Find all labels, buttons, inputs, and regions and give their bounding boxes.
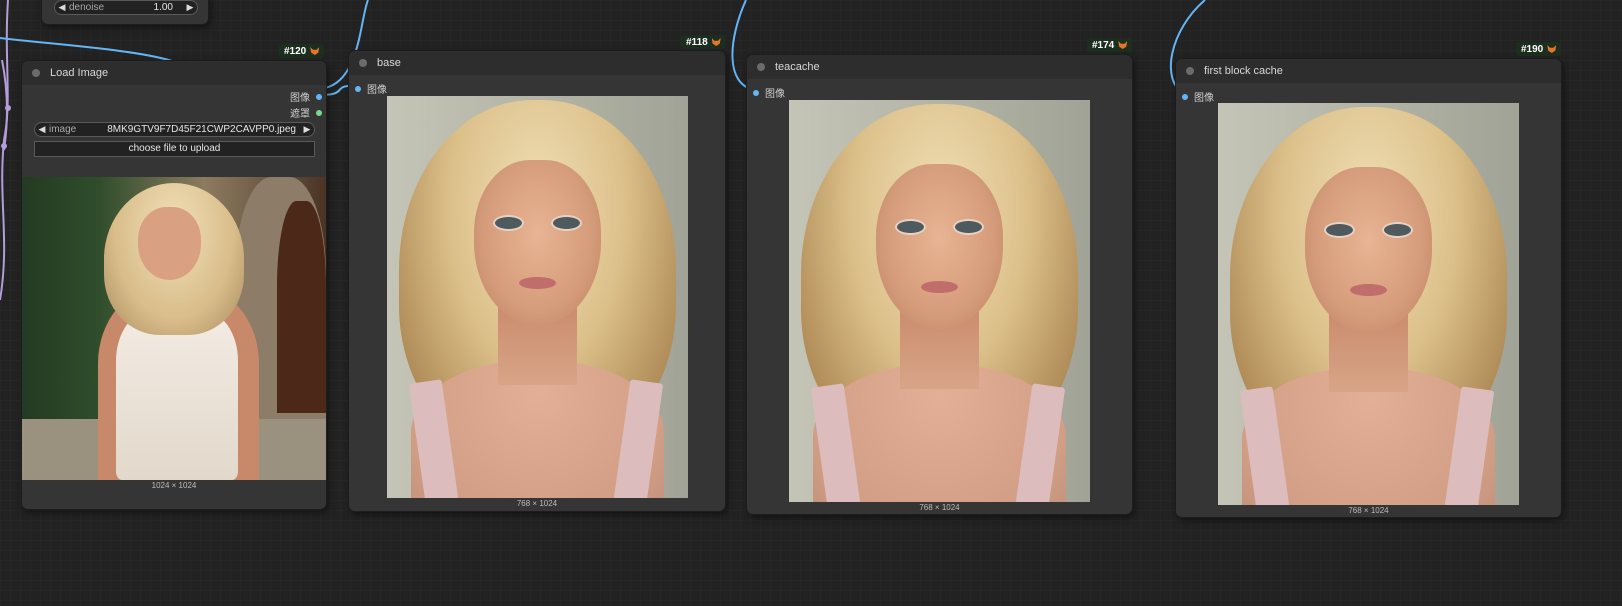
image-combo-widget[interactable]: ◀ image 8MK9GTV9F7D45F21CWP2CAVPP0.jpeg … [34,122,315,137]
collapse-dot-icon[interactable] [757,63,765,71]
model-link [0,0,9,301]
slot-dot[interactable] [355,85,361,92]
node-id-badge: #120 [279,44,325,58]
input-slot-image[interactable]: 图像 [1182,89,1214,104]
output-slot-mask[interactable]: 遮罩 [290,105,322,120]
slot-label: 图像 [1194,93,1214,104]
slot-label: 图像 [367,85,387,96]
node-title: Load Image [50,67,109,79]
collapse-dot-icon[interactable] [32,69,40,77]
node-title: first block cache [1204,65,1283,77]
model-link [1,59,9,151]
node-title: teacache [775,61,820,73]
triangle-right-icon[interactable]: ▶ [300,124,314,135]
output-slot-image[interactable]: 图像 [290,89,322,104]
node-id-badge: #174 [1087,38,1133,52]
preview-image-node-teacache[interactable]: teacache 图像 768 × 1024 [747,55,1132,514]
slot-dot[interactable] [1182,93,1188,100]
node-id-text: #118 [686,36,708,48]
fox-icon [1118,41,1128,49]
denoise-widget[interactable]: ◀ denoise 1.00 ▶ [54,0,198,15]
preview-image-node-base[interactable]: base 图像 768 × 1024 [349,51,725,511]
node-header[interactable]: Load Image [22,61,326,85]
node-header[interactable]: teacache [747,55,1132,79]
input-slot-image[interactable]: 图像 [355,81,387,96]
image-combo-value: 8MK9GTV9F7D45F21CWP2CAVPP0.jpeg [107,124,296,135]
input-slot-image[interactable]: 图像 [753,85,785,100]
denoise-value: 1.00 [153,2,173,13]
slot-dot[interactable] [316,93,322,100]
slot-label: 遮罩 [290,109,310,120]
node-title: base [377,57,401,69]
collapse-dot-icon[interactable] [359,59,367,67]
image-dimensions: 768 × 1024 [516,499,558,508]
triangle-right-icon[interactable]: ▶ [183,2,197,13]
preview-image-node-first-block-cache[interactable]: first block cache 图像 768 × 1024 [1176,59,1561,517]
upload-button[interactable]: choose file to upload [34,141,315,157]
node-id-text: #120 [284,45,307,57]
reroute-point[interactable] [5,105,11,111]
image-dimensions: 768 × 1024 [1348,506,1389,515]
node-id-badge: #190 [1516,42,1562,56]
node-id-text: #174 [1092,39,1115,51]
node-id-text: #190 [1521,43,1544,55]
node-id-badge: #118 [681,35,726,49]
fox-icon [1547,45,1557,53]
slot-label: 图像 [290,93,310,104]
triangle-left-icon[interactable]: ◀ [55,2,69,13]
image-combo-label: image [49,124,77,135]
image-preview [22,177,326,480]
node-header[interactable]: base [349,51,725,75]
fox-icon [711,38,721,46]
image-preview [1218,103,1519,505]
slot-dot[interactable] [753,89,759,96]
node-header[interactable]: first block cache [1176,59,1561,83]
image-preview [387,96,688,498]
slot-dot[interactable] [316,109,322,116]
load-image-node[interactable]: Load Image 图像 遮罩 ◀ image 8MK9GTV9F7D45F2… [22,61,326,509]
reroute-point[interactable] [1,143,7,149]
fox-icon [310,47,320,55]
image-preview [789,100,1090,502]
ksampler-node-partial[interactable]: ◀ denoise 1.00 ▶ [42,0,208,24]
image-dimensions: 1024 × 1024 [151,481,197,490]
denoise-label: denoise [69,2,105,13]
collapse-dot-icon[interactable] [1186,67,1194,75]
slot-label: 图像 [765,89,785,100]
triangle-left-icon[interactable]: ◀ [35,124,49,135]
image-link [0,37,176,63]
image-dimensions: 768 × 1024 [919,503,960,512]
